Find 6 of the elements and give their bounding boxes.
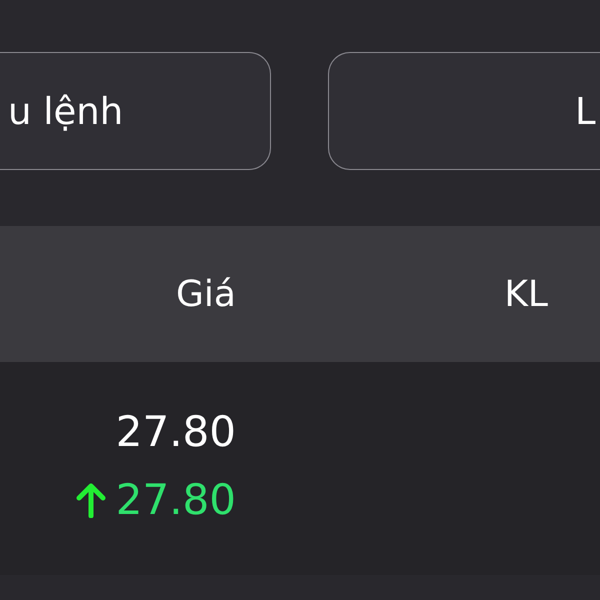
match-price-text: 27.80: [116, 478, 236, 522]
price-text: 27.80: [116, 410, 236, 454]
order-button[interactable]: L: [328, 52, 600, 170]
column-header: Giá: [176, 274, 236, 314]
column-header: KL: [504, 274, 548, 314]
order-button[interactable]: u lệnh: [0, 52, 271, 170]
